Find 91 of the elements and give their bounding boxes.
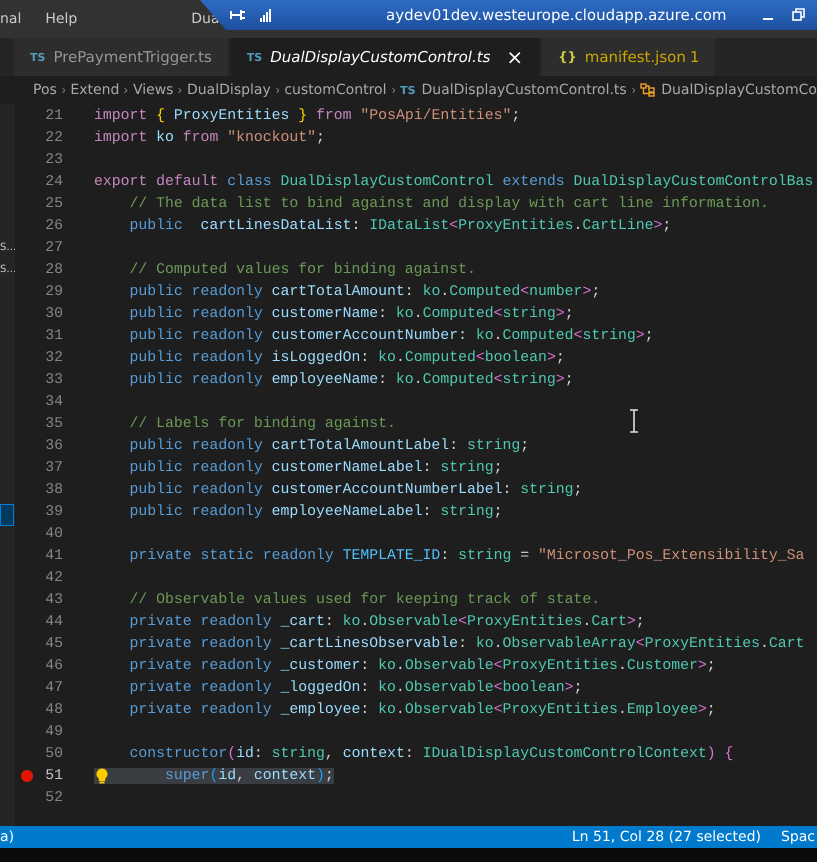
line-number: 42	[44, 570, 63, 586]
text-cursor-icon	[629, 409, 639, 433]
breadcrumb-item[interactable]: customControl	[284, 82, 386, 98]
code-line: private static readonly TEMPLATE_ID: string = "Microsot_Pos_Extensibility_Sa	[128, 548, 804, 564]
status-item[interactable]: Ln 51, Col 28 (27 selected)	[572, 829, 761, 845]
file-type-icon: TS	[30, 50, 46, 64]
code-line: public readonly customerAccountNumber: ko.Computed<string>;	[128, 328, 654, 344]
status-item[interactable]: Spac	[780, 829, 815, 845]
line-number: 26	[44, 218, 63, 234]
signal-icon	[260, 8, 272, 22]
problem-count: 1	[690, 48, 700, 66]
code-line: public readonly cartTotalAmount: ko.Computed<number>;	[128, 284, 600, 300]
breakpoint-dot[interactable]	[21, 770, 33, 782]
lightbulb-icon[interactable]	[96, 768, 108, 784]
line-number: 31	[44, 328, 63, 344]
breadcrumb-item[interactable]: Views	[132, 82, 174, 98]
code-line: private readonly _loggedOn: ko.Observable<boolean>;	[128, 680, 582, 696]
editor-tab[interactable]: TS PrePaymentTrigger.ts	[14, 38, 228, 76]
file-type-icon: {}	[558, 50, 577, 64]
class-symbol-icon	[640, 83, 656, 97]
code-line: // The data list to bind against and display with cart line information.	[128, 196, 769, 212]
code-line: // Observable values used for keeping track of state.	[128, 592, 600, 608]
code-line: public readonly cartTotalAmountLabel: string;	[128, 438, 530, 454]
code-line: export default class DualDisplayCustomControl extends DualDisplayCustomControlBas	[94, 174, 814, 190]
line-number: 32	[44, 350, 63, 366]
line-number: 52	[44, 790, 63, 806]
selected-row[interactable]	[0, 504, 14, 526]
code-line: private readonly _cart: ko.Observable<ProxyEntities.Cart>;	[128, 614, 645, 630]
line-number: 35	[44, 416, 63, 432]
line-number: 33	[44, 372, 63, 388]
line-number: 43	[44, 592, 63, 608]
tab-label: manifest.json	[584, 48, 686, 66]
menu-item[interactable]: Help	[45, 11, 88, 27]
line-number: 25	[44, 196, 63, 212]
code-line: public readonly employeeNameLabel: string;	[128, 504, 503, 520]
code-line: public cartLinesDataList: IDataList<ProxyEntities.CartLine>;	[128, 218, 672, 234]
code-line: private readonly _employee: ko.Observable<ProxyEntities.Employee>;	[128, 702, 716, 718]
line-number: 21	[44, 108, 63, 124]
line-number: 36	[44, 438, 63, 454]
line-number: 27	[44, 240, 63, 256]
code-line: constructor(id: string, context: IDualDisplayCustomControlContext) {	[128, 746, 734, 762]
code-line: import { ProxyEntities } from "PosApi/Entities";	[94, 108, 520, 124]
line-number: 44	[44, 614, 63, 630]
editor-tab[interactable]: {} manifest.json 1	[542, 38, 716, 76]
line-number: 28	[44, 262, 63, 278]
menu-item[interactable]: nal	[0, 11, 32, 27]
file-type-icon: TS	[400, 84, 416, 96]
code-line: // Computed values for binding against.	[128, 262, 476, 278]
breadcrumb-item[interactable]: DualDisplayCustomControl.ts	[422, 82, 627, 98]
line-number: 22	[44, 130, 63, 146]
line-number: 40	[44, 526, 63, 542]
line-number: 46	[44, 658, 63, 674]
host-name: aydev01dev.westeurope.cloudapp.azure.com	[386, 6, 727, 24]
pin-icon[interactable]	[230, 8, 246, 22]
line-number: 34	[44, 394, 63, 410]
sidebar-item[interactable]: S…	[0, 237, 15, 259]
code-line: public readonly customerName: ko.Computed<string>;	[128, 306, 574, 322]
breadcrumb-item[interactable]: DualDisplay	[187, 82, 271, 98]
line-number: 50	[44, 746, 63, 762]
tab-label: PrePaymentTrigger.ts	[53, 48, 212, 66]
code-line: public readonly customerAccountNumberLabel: string;	[128, 482, 582, 498]
editor-tab[interactable]: TS DualDisplayCustomControl.ts ×	[230, 38, 540, 76]
breadcrumb-item[interactable]: Extend	[70, 82, 120, 98]
line-number: 48	[44, 702, 63, 718]
status-item[interactable]: a)	[0, 829, 14, 845]
file-type-icon: TS	[246, 50, 262, 64]
line-number: 41	[44, 548, 63, 564]
close-icon[interactable]: ×	[506, 45, 524, 69]
line-number: 51	[44, 768, 63, 784]
line-number: 37	[44, 460, 63, 476]
line-number: 24	[44, 174, 63, 190]
breadcrumb-item[interactable]: Pos	[33, 82, 57, 98]
line-number: 45	[44, 636, 63, 652]
line-number: 29	[44, 284, 63, 300]
restore-icon[interactable]	[792, 8, 806, 22]
breadcrumb-item[interactable]: DualDisplayCustomCo	[661, 82, 817, 98]
line-number: 30	[44, 306, 63, 322]
sidebar-item[interactable]: S…	[0, 259, 15, 281]
code-line: public readonly customerNameLabel: string;	[128, 460, 503, 476]
line-number: 39	[44, 504, 63, 520]
code-line: import ko from "knockout";	[94, 130, 325, 146]
line-number: 49	[44, 724, 63, 740]
code-line: public readonly isLoggedOn: ko.Computed<boolean>;	[128, 350, 565, 366]
tab-label: DualDisplayCustomControl.ts	[270, 48, 490, 66]
code-line: private readonly _cartLinesObservable: ko.ObservableArray<ProxyEntities.Cart	[128, 636, 804, 652]
line-number: 38	[44, 482, 63, 498]
code-line: // Labels for binding against.	[128, 416, 396, 432]
line-number: 47	[44, 680, 63, 696]
code-line: public readonly employeeName: ko.Computed<string>;	[128, 372, 574, 388]
code-line: private readonly _customer: ko.Observable<ProxyEntities.Customer>;	[128, 658, 716, 674]
line-number: 23	[44, 152, 63, 168]
